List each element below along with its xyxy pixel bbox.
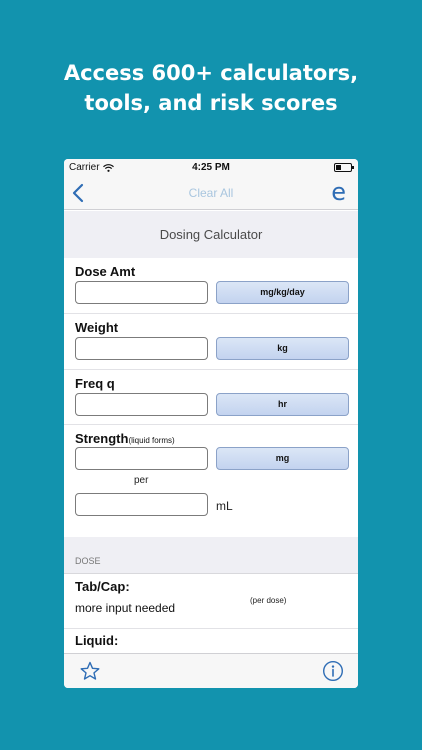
bottom-toolbar [64, 653, 358, 688]
dose-section-header: DOSE [64, 537, 358, 574]
navigation-bar: Clear All e [64, 177, 358, 210]
dose-amt-input[interactable] [75, 281, 208, 304]
epocrates-logo-button[interactable]: e [331, 177, 346, 207]
strength-label: Strength(liquid forms) [75, 431, 175, 446]
strength-label-text: Strength [75, 431, 129, 446]
weight-row: Weight kg [64, 314, 358, 370]
tab-cap-note: (per dose) [250, 596, 287, 605]
headline-line-1: Access 600+ calculators, [63, 61, 359, 85]
freq-unit-button[interactable]: hr [216, 393, 349, 416]
headline-line-2: tools, and risk scores [84, 91, 338, 115]
liquid-row: Liquid: [64, 629, 358, 653]
freq-input[interactable] [75, 393, 208, 416]
dose-amt-row: Dose Amt mg/kg/day [64, 258, 358, 314]
per-label: per [134, 475, 149, 486]
page-title: Dosing Calculator [64, 211, 358, 258]
weight-label: Weight [75, 320, 119, 335]
dose-amt-label: Dose Amt [75, 264, 136, 279]
weight-unit-button[interactable]: kg [216, 337, 349, 360]
tab-cap-label: Tab/Cap: [75, 579, 130, 594]
status-bar: Carrier 4:25 PM [64, 159, 358, 177]
tab-cap-value: more input needed [75, 601, 176, 615]
per-volume-input[interactable] [75, 493, 208, 516]
clear-all-button[interactable]: Clear All [64, 186, 358, 200]
battery-icon [334, 163, 354, 172]
liquid-label: Liquid: [75, 633, 119, 648]
headline: Access 600+ calculators, tools, and risk… [0, 58, 422, 118]
freq-label: Freq q [75, 376, 115, 391]
freq-row: Freq q hr [64, 370, 358, 425]
info-icon[interactable] [322, 660, 344, 682]
star-icon[interactable] [79, 660, 101, 682]
per-volume-unit: mL [216, 499, 233, 513]
phone-screen: Carrier 4:25 PM Clear All e Dosing Calcu… [64, 159, 358, 688]
strength-row: Strength(liquid forms) mg per mL [64, 425, 358, 537]
strength-unit-button[interactable]: mg [216, 447, 349, 470]
dose-amt-unit-button[interactable]: mg/kg/day [216, 281, 349, 304]
status-time: 4:25 PM [192, 162, 230, 173]
strength-hint: (liquid forms) [128, 436, 175, 445]
strength-input[interactable] [75, 447, 208, 470]
weight-input[interactable] [75, 337, 208, 360]
tab-cap-row: Tab/Cap: more input needed (per dose) [64, 574, 358, 629]
